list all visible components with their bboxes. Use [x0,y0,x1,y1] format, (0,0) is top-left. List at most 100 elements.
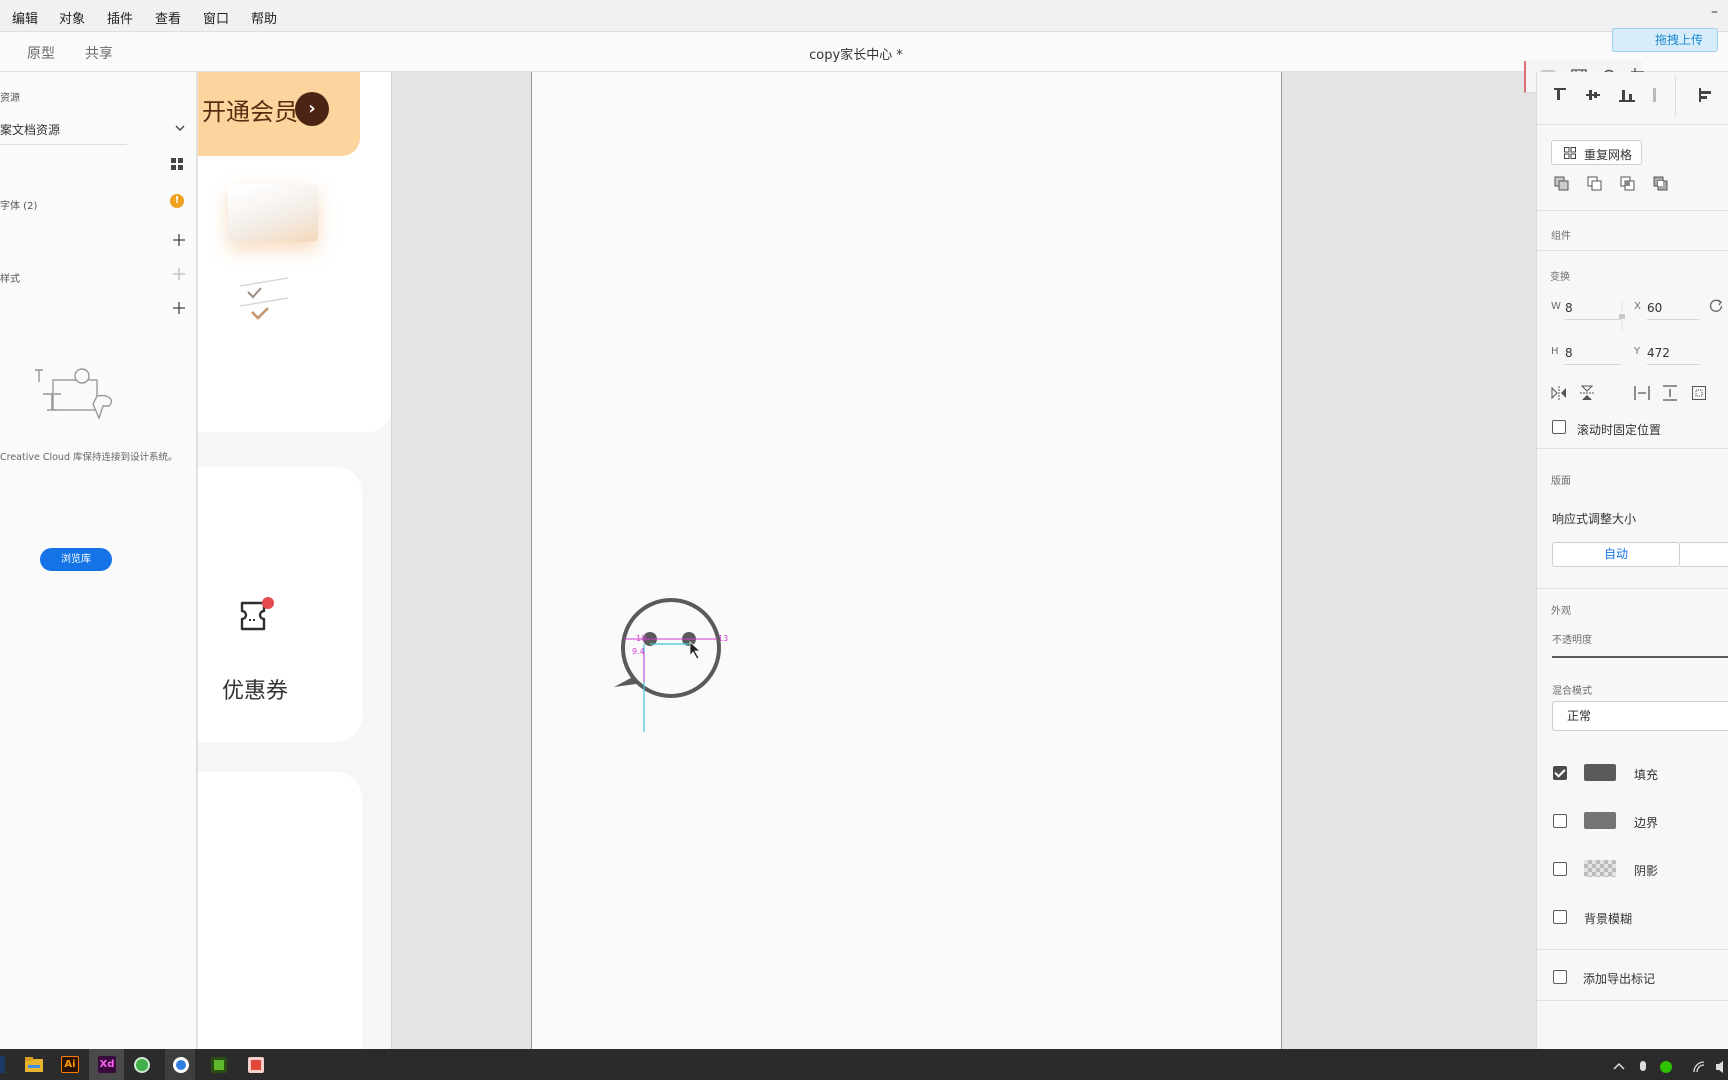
browser-green-icon[interactable] [134,1057,150,1073]
flip-vertical-icon[interactable] [1580,385,1594,401]
book-illustration [228,184,318,242]
bg-blur-label: 背景模糊 [1584,912,1633,926]
responsive-resize-label: 响应式调整大小 [1552,512,1637,526]
browse-libraries-button[interactable]: 浏览库 [40,548,112,571]
ps-icon[interactable] [0,1056,5,1073]
add-color-icon[interactable] [173,234,185,246]
manual-toggle[interactable] [1680,542,1728,567]
align-middle-icon[interactable] [1586,88,1600,104]
auto-toggle[interactable]: 自动 [1552,542,1680,567]
align-bottom-icon[interactable] [1619,88,1635,104]
flip-horizontal-icon[interactable] [1551,386,1567,400]
shadow-label: 阴影 [1634,864,1659,878]
mode-bar: 原型 共享 copy家长中心 * [0,32,1728,72]
divider [1537,124,1728,125]
distribute-horizontal-icon[interactable] [1634,386,1650,400]
y-input[interactable]: 472 [1647,346,1699,365]
boolean-add-icon[interactable] [1554,176,1570,192]
repeat-grid-label: 重复网格 [1584,148,1633,162]
coupon-card[interactable]: 优惠券 [198,467,362,742]
member-card: 开通会员 › [198,72,391,432]
boolean-exclude-icon[interactable] [1653,176,1669,192]
property-inspector: 重复网格 组件 变换 W 8 X 60 H 8 Y 472 滚动时固定位置 版面… [1536,72,1728,1049]
measure-left: 10 [636,634,647,643]
blend-mode-select[interactable]: 正常 [1552,701,1728,731]
arrow-right-icon[interactable]: › [295,92,329,126]
fill-label: 填充 [1634,768,1659,782]
menu-edit[interactable]: 编辑 [12,8,38,27]
width-input[interactable]: 8 [1565,301,1621,320]
xd-icon[interactable]: Xd [98,1056,116,1073]
border-checkbox[interactable] [1553,814,1567,828]
divider [1537,448,1728,449]
component-label: 组件 [1551,231,1571,242]
menu-plugins[interactable]: 插件 [107,8,133,27]
main-artboard[interactable]: 10 13 9.4 [531,72,1282,1049]
height-label: H [1551,346,1559,357]
bg-blur-checkbox[interactable] [1553,910,1567,924]
document-title: copy家长中心 * [809,48,903,63]
add-style-icon[interactable] [173,268,185,280]
export-mark-checkbox[interactable] [1553,970,1567,984]
repeat-grid-icon [1564,147,1576,159]
boolean-subtract-icon[interactable] [1587,176,1603,192]
chat-bubble-icon[interactable] [614,592,734,732]
blend-mode-label: 混合模式 [1552,686,1592,697]
camtasia-green-icon[interactable] [211,1057,227,1073]
shadow-swatch[interactable] [1584,860,1616,877]
rotate-icon[interactable] [1709,298,1723,312]
lock-aspect-icon[interactable] [1617,302,1627,330]
border-swatch[interactable] [1584,812,1616,829]
menu-help[interactable]: 帮助 [251,8,277,27]
menu-object[interactable]: 对象 [59,8,85,27]
fill-checkbox[interactable] [1553,766,1567,780]
camtasia-red-icon[interactable] [248,1057,264,1073]
align-top-icon[interactable] [1553,88,1567,104]
cc-library-message: Creative Cloud 库保持连接到设计系统。 [0,452,178,463]
chevron-down-icon[interactable] [175,124,185,132]
illustrator-icon[interactable]: Ai [61,1056,79,1073]
divider [1537,949,1728,950]
grid-view-icon[interactable] [171,158,183,170]
warning-icon[interactable]: ! [170,194,184,208]
fonts-label: 字体 (2) [0,201,38,212]
vip-banner[interactable]: 开通会员 › [198,72,360,156]
add-component-icon[interactable] [173,302,185,314]
vip-label: 开通会员 [202,98,298,126]
menu-window[interactable]: 窗口 [203,8,229,27]
chrome-icon[interactable] [173,1057,189,1073]
styles-label: 样式 [0,274,20,285]
checklist-icon [239,277,289,320]
fix-position-checkbox[interactable] [1552,420,1566,434]
artboard-preview[interactable]: 开通会员 › 优惠券 [198,72,392,1049]
x-input[interactable]: 60 [1647,301,1699,320]
opacity-slider[interactable] [1552,656,1728,658]
distribute-icon[interactable] [1651,88,1661,104]
repeat-grid-button[interactable]: 重复网格 [1551,140,1642,165]
distribute-vertical-icon[interactable] [1663,385,1677,401]
menu-view[interactable]: 查看 [155,8,181,27]
width-label: W [1551,301,1561,312]
minimize-button[interactable]: – [1711,4,1718,20]
divider [0,144,127,145]
padding-icon[interactable] [1692,386,1706,400]
system-tray[interactable] [1612,1060,1728,1074]
fill-swatch[interactable] [1584,764,1616,781]
coupon-icon [240,597,274,631]
y-label: Y [1634,346,1641,357]
coupon-label: 优惠券 [222,679,289,704]
align-left-icon[interactable] [1699,88,1713,102]
upload-button[interactable]: 拖拽上传 [1612,28,1718,52]
file-explorer-icon[interactable] [24,1056,44,1073]
transform-label: 变换 [1550,272,1570,283]
boolean-intersect-icon[interactable] [1620,176,1636,192]
library-illustration-icon [35,368,113,420]
empty-card [198,772,362,1049]
appearance-label: 外观 [1551,606,1571,617]
divider [1675,76,1676,116]
x-label: X [1634,301,1641,312]
measure-right: 13 [718,634,729,643]
shadow-checkbox[interactable] [1553,862,1567,876]
height-input[interactable]: 8 [1565,346,1621,365]
measure-vertical: 9.4 [632,647,645,656]
